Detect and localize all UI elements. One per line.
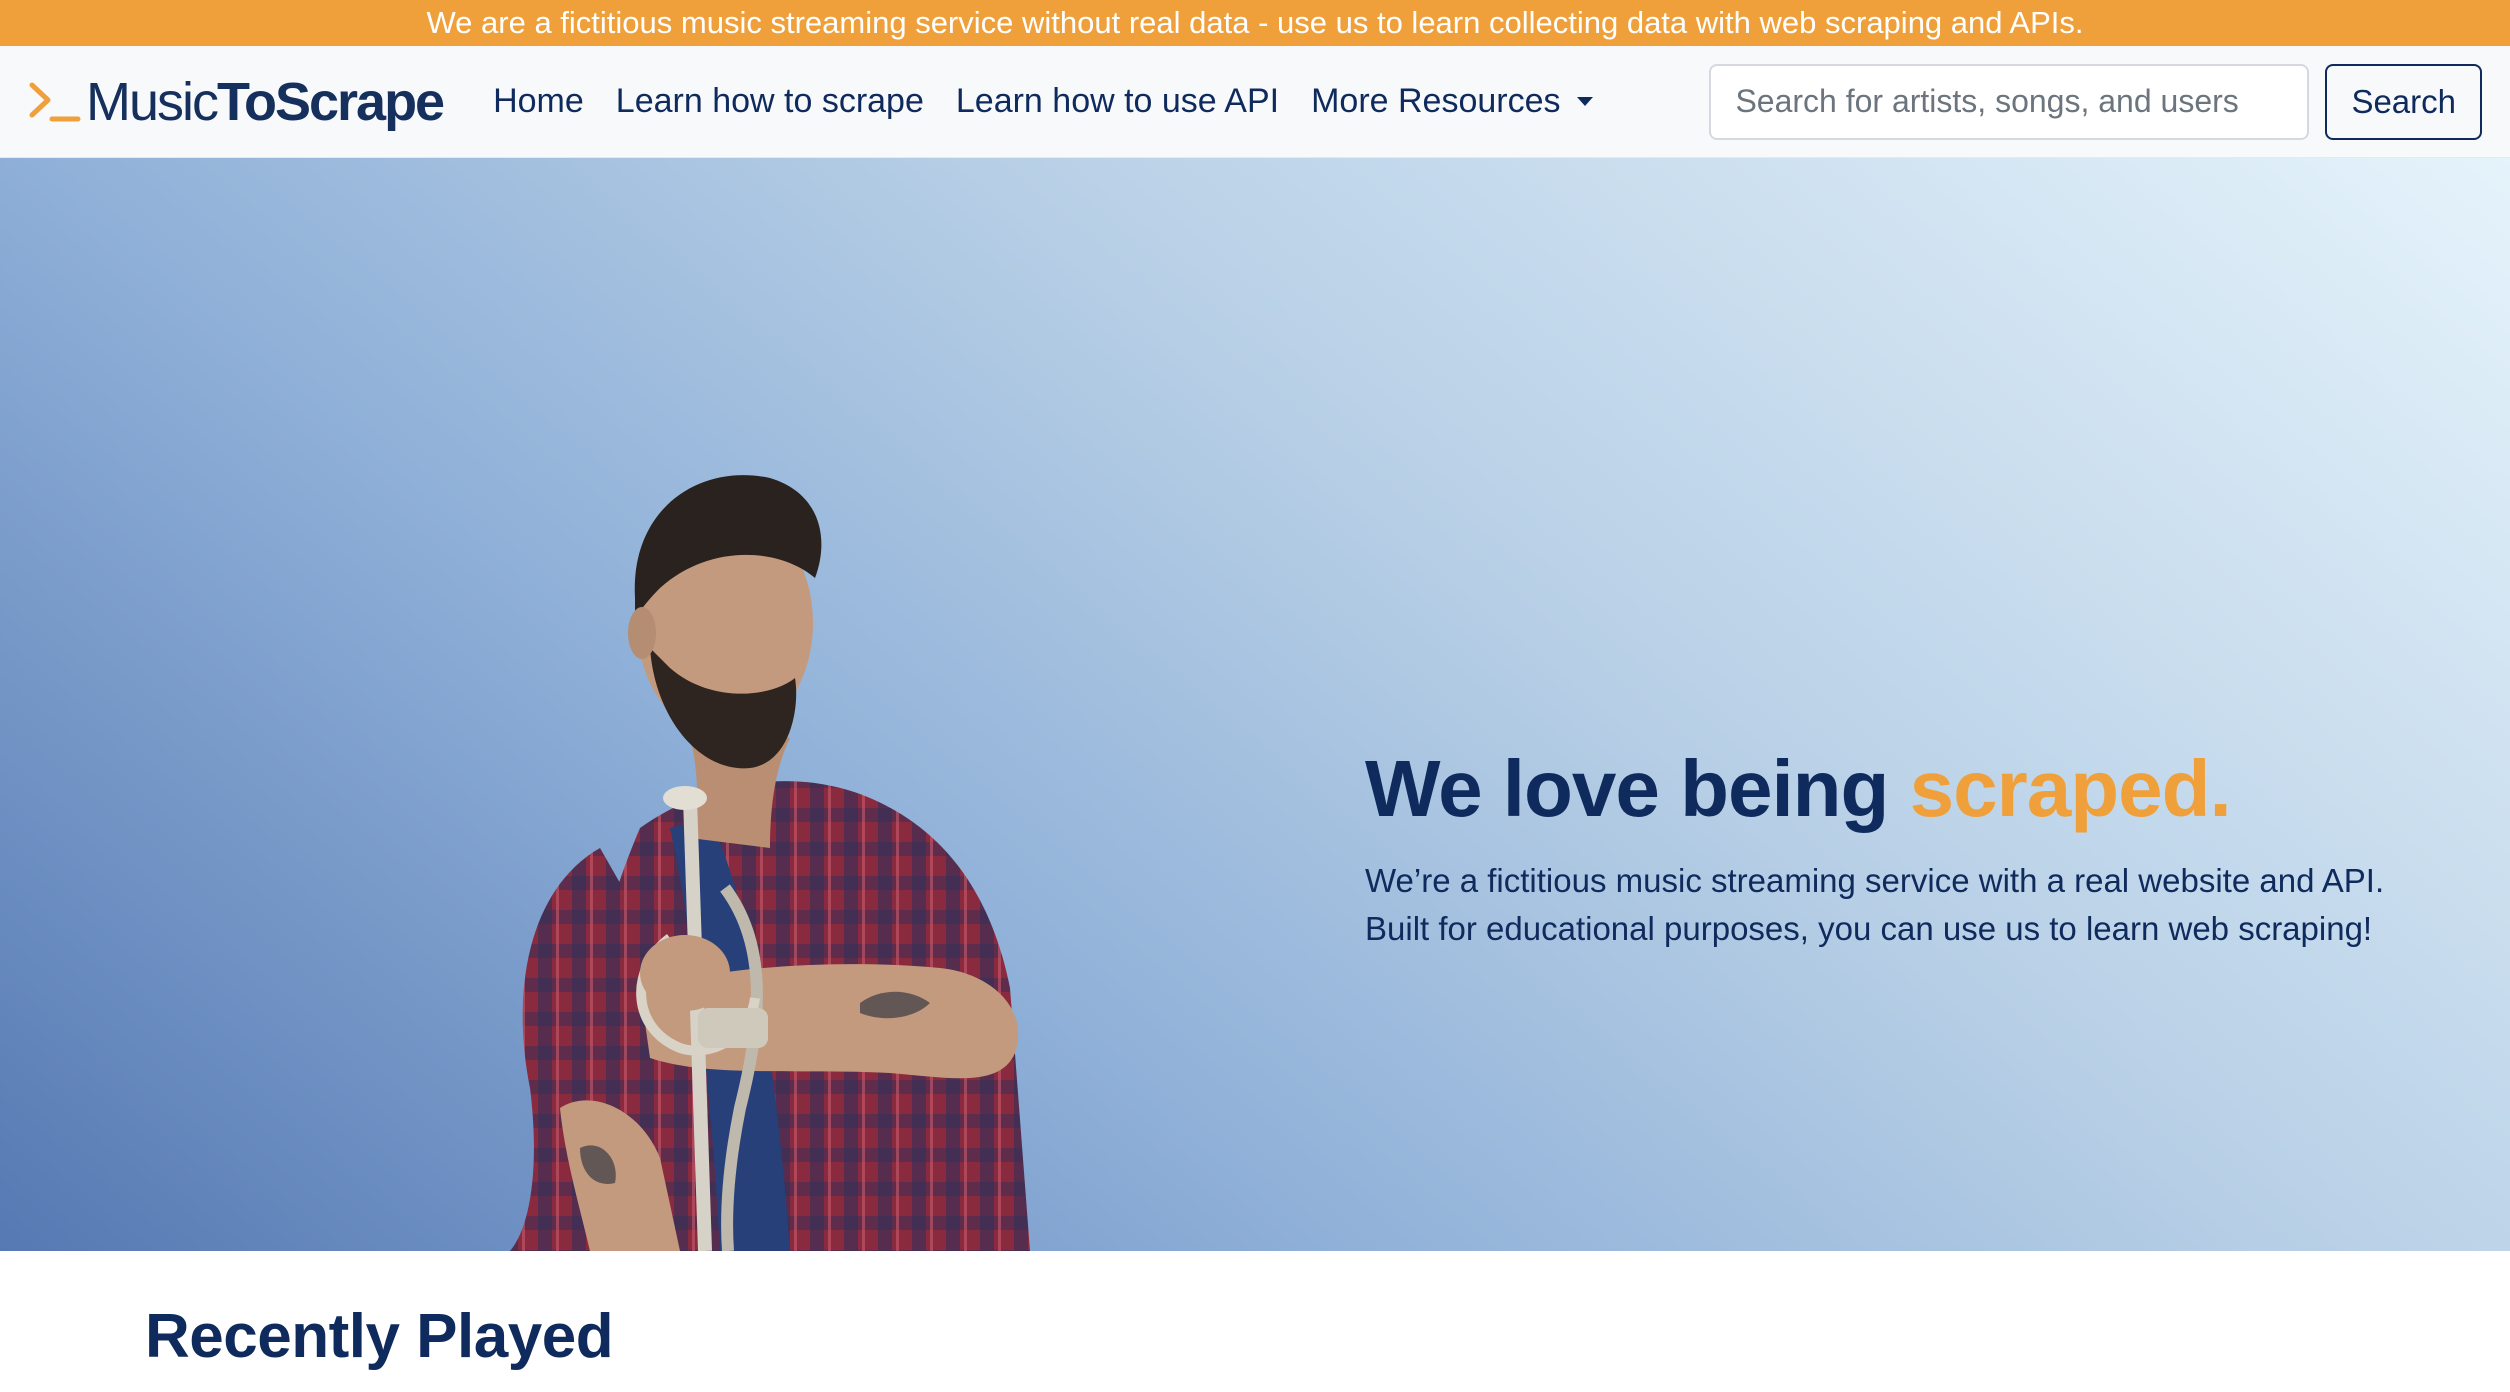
nav-dropdown-more-resources[interactable]: More Resources	[1311, 82, 1593, 121]
brand-name: MusicToScrape	[86, 71, 445, 132]
brand-name-part2: ToScrape	[217, 71, 445, 132]
nav-link-learn-api[interactable]: Learn how to use API	[956, 82, 1279, 121]
recently-played-title: Recently Played	[145, 1302, 614, 1371]
hero-musician-image	[510, 475, 1030, 1251]
hero-subtitle-line2: Built for educational purposes, you can …	[1365, 910, 2373, 947]
hero-subtitle-line1: We’re a fictitious music streaming servi…	[1365, 862, 2385, 899]
nav-links: Home Learn how to scrape Learn how to us…	[493, 82, 1593, 121]
caret-down-icon	[1576, 97, 1593, 106]
nav-link-home[interactable]: Home	[493, 82, 584, 121]
recently-played-section: Recently Played	[0, 1251, 2510, 1392]
hero-title: We love being scraped.	[1365, 743, 2384, 835]
nav-link-learn-scrape[interactable]: Learn how to scrape	[616, 82, 924, 121]
brand-name-part1: Music	[86, 71, 219, 132]
announcement-banner: We are a fictitious music streaming serv…	[0, 0, 2510, 46]
hero-title-accent: scraped.	[1909, 744, 2232, 833]
terminal-prompt-icon	[29, 82, 81, 121]
hero-text: We love being scraped. We’re a fictitiou…	[1365, 743, 2384, 953]
hero-section: We love being scraped. We’re a fictitiou…	[0, 158, 2510, 1251]
hero-subtitle: We’re a fictitious music streaming servi…	[1365, 857, 2384, 953]
announcement-text: We are a fictitious music streaming serv…	[426, 5, 2084, 40]
nav-dropdown-label: More Resources	[1311, 82, 1561, 120]
search-input[interactable]	[1709, 63, 2310, 140]
search-form: Search	[1709, 63, 2482, 140]
search-button[interactable]: Search	[2325, 63, 2482, 140]
hero-title-main: We love being	[1365, 744, 1910, 833]
brand-logo[interactable]: MusicToScrape	[28, 71, 445, 132]
navbar: MusicToScrape Home Learn how to scrape L…	[0, 46, 2510, 158]
